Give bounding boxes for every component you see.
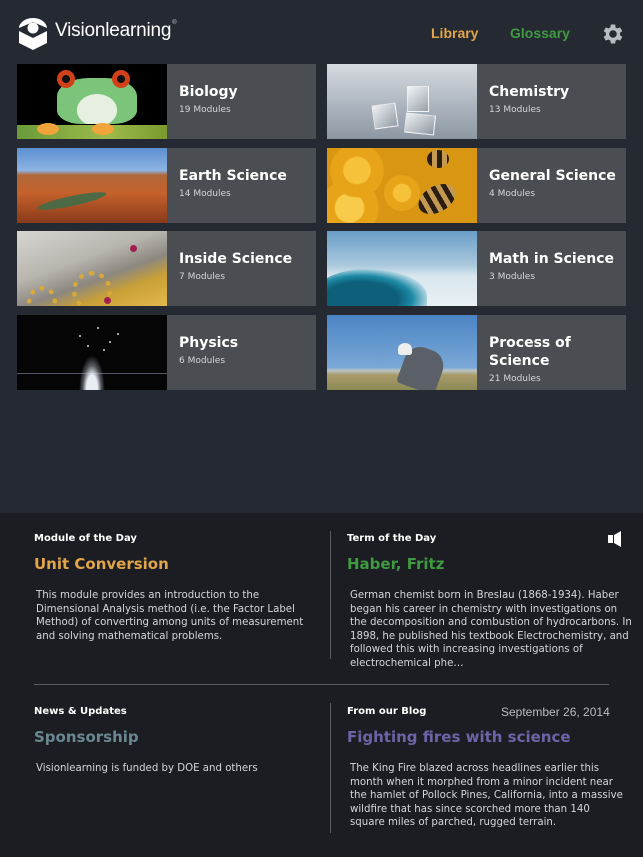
category-card-physics[interactable]: Physics 6 Modules [17, 315, 316, 390]
nav-glossary[interactable]: Glossary [510, 25, 570, 41]
physics-image [17, 315, 167, 390]
category-card-process-of-science[interactable]: Process of Science 21 Modules [327, 315, 626, 390]
card-title: Earth Science [179, 168, 287, 184]
card-count: 19 Modules [179, 105, 231, 115]
card-title: Process of Science [489, 335, 571, 369]
category-card-earth-science[interactable]: Earth Science 14 Modules [17, 148, 316, 223]
blog-label: From our Blog [347, 706, 427, 717]
card-title: Inside Science [179, 251, 293, 267]
term-of-day-label: Term of the Day [347, 533, 437, 544]
category-card-inside-science[interactable]: Inside Science 7 Modules [17, 231, 316, 306]
module-of-day-label: Module of the Day [34, 533, 137, 544]
card-count: 14 Modules [179, 189, 231, 199]
featured-panel: Module of the Day Unit Conversion This m… [0, 513, 643, 857]
category-card-biology[interactable]: Biology 19 Modules [17, 64, 316, 139]
chemistry-image [327, 64, 477, 139]
news-label: News & Updates [34, 706, 127, 717]
vertical-divider [330, 703, 331, 833]
card-title: Math in Science [489, 251, 614, 267]
blog-body: The King Fire blazed across headlines ea… [350, 763, 623, 829]
news-body: Visionlearning is funded by DOE and othe… [36, 763, 258, 774]
module-of-day-title[interactable]: Unit Conversion [34, 555, 169, 573]
blog-date: September 26, 2014 [501, 705, 610, 719]
app-header: Visionlearning® Library Glossary [0, 0, 643, 64]
brand-name: Visionlearning® [55, 20, 177, 41]
general-science-image [327, 148, 477, 223]
card-count: 7 Modules [179, 272, 226, 282]
logo[interactable]: Visionlearning® [17, 15, 177, 51]
category-card-math-in-science[interactable]: Math in Science 3 Modules [327, 231, 626, 306]
process-of-science-image [327, 315, 477, 390]
category-card-chemistry[interactable]: Chemistry 13 Modules [327, 64, 626, 139]
news-title[interactable]: Sponsorship [34, 728, 139, 746]
term-of-day-body: German chemist born in Breslau (1868-193… [350, 590, 632, 669]
biology-image [17, 64, 167, 139]
vertical-divider [330, 531, 331, 659]
category-card-general-science[interactable]: General Science 4 Modules [327, 148, 626, 223]
inside-science-image [17, 231, 167, 306]
card-title: Physics [179, 335, 239, 351]
term-of-day-title[interactable]: Haber, Fritz [347, 555, 444, 573]
speaker-icon[interactable] [608, 531, 622, 547]
eye-book-logo-icon [19, 18, 47, 50]
card-title: Biology [179, 84, 238, 100]
gear-icon[interactable] [600, 21, 626, 47]
card-title: Chemistry [489, 84, 570, 100]
card-count: 6 Modules [179, 356, 226, 366]
card-count: 13 Modules [489, 105, 541, 115]
math-in-science-image [327, 231, 477, 306]
nav-library[interactable]: Library [431, 25, 478, 41]
blog-title[interactable]: Fighting fires with science [347, 728, 571, 746]
earth-science-image [17, 148, 167, 223]
card-count: 21 Modules [489, 374, 541, 384]
horizontal-divider [34, 684, 609, 685]
card-count: 4 Modules [489, 189, 536, 199]
card-title: General Science [489, 168, 616, 184]
module-of-day-body: This module provides an introduction to … [36, 590, 304, 642]
card-count: 3 Modules [489, 272, 536, 282]
